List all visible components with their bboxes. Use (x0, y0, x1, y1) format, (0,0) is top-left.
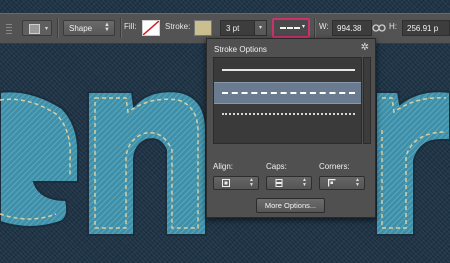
separator (120, 18, 121, 38)
updown-icon: ▲ ▼ (104, 22, 110, 33)
stroke-label: Stroke: (165, 22, 191, 31)
chevron-down-icon: ▾ (44, 26, 48, 32)
letter-e (0, 90, 80, 228)
caps-label: Caps: (266, 162, 287, 171)
link-icon[interactable] (372, 22, 386, 34)
separator (57, 18, 58, 38)
shape-tool-icon (29, 24, 40, 34)
dashed-line-icon (280, 27, 300, 29)
fill-label: Fill: (124, 22, 137, 31)
tool-mode-select[interactable]: Shape ▲ ▼ (63, 20, 115, 36)
stroke-options-panel: Stroke Options ✲ Align: Caps: Corners: ▲… (206, 38, 376, 218)
separator (314, 18, 315, 38)
updown-icon: ▲ ▼ (249, 177, 254, 188)
chevron-down-icon: ▾ (301, 24, 305, 30)
stroke-width-value: 3 pt (226, 24, 240, 33)
fill-swatch[interactable] (142, 20, 160, 36)
height-label: H: (389, 22, 397, 31)
align-inside-icon (222, 179, 230, 187)
dashed-line-icon (222, 92, 355, 94)
scrollbar[interactable] (363, 57, 371, 144)
updown-icon: ▲ ▼ (302, 177, 307, 188)
more-options-button[interactable]: More Options... (256, 198, 325, 213)
corners-label: Corners: (319, 162, 350, 171)
height-field[interactable]: 256.91 p (402, 20, 450, 36)
caps-dropdown[interactable]: ▲ ▼ (266, 176, 312, 190)
butt-cap-icon (275, 179, 283, 187)
solid-line-icon (222, 69, 355, 71)
letter-n (87, 90, 207, 236)
width-label: W: (319, 22, 329, 31)
stroke-type-dotted[interactable] (214, 104, 361, 124)
stroke-type-picker[interactable]: ▾ (272, 18, 310, 38)
width-field[interactable]: 994.38 (332, 20, 372, 36)
tool-mode-value: Shape (69, 24, 93, 33)
tool-preset-picker[interactable]: ▾ (22, 20, 52, 36)
align-dropdown[interactable]: ▲ ▼ (213, 176, 259, 190)
miter-join-icon (328, 179, 336, 187)
align-label: Align: (213, 162, 234, 171)
stroke-swatch[interactable] (194, 20, 212, 36)
stroke-type-list (213, 57, 362, 144)
stroke-width-field[interactable]: 3 pt ▾ (220, 20, 267, 36)
grip-handle[interactable] (6, 22, 12, 34)
letter-n-right (375, 90, 450, 236)
chevron-down-icon[interactable]: ▾ (254, 21, 266, 35)
gear-icon[interactable]: ✲ (361, 42, 369, 53)
stroke-type-solid[interactable] (214, 60, 361, 80)
stroke-type-dashed[interactable] (214, 82, 361, 104)
panel-title: Stroke Options (214, 45, 267, 54)
corners-dropdown[interactable]: ▲ ▼ (319, 176, 365, 190)
updown-icon: ▲ ▼ (355, 177, 360, 188)
dotted-line-icon (222, 113, 355, 115)
